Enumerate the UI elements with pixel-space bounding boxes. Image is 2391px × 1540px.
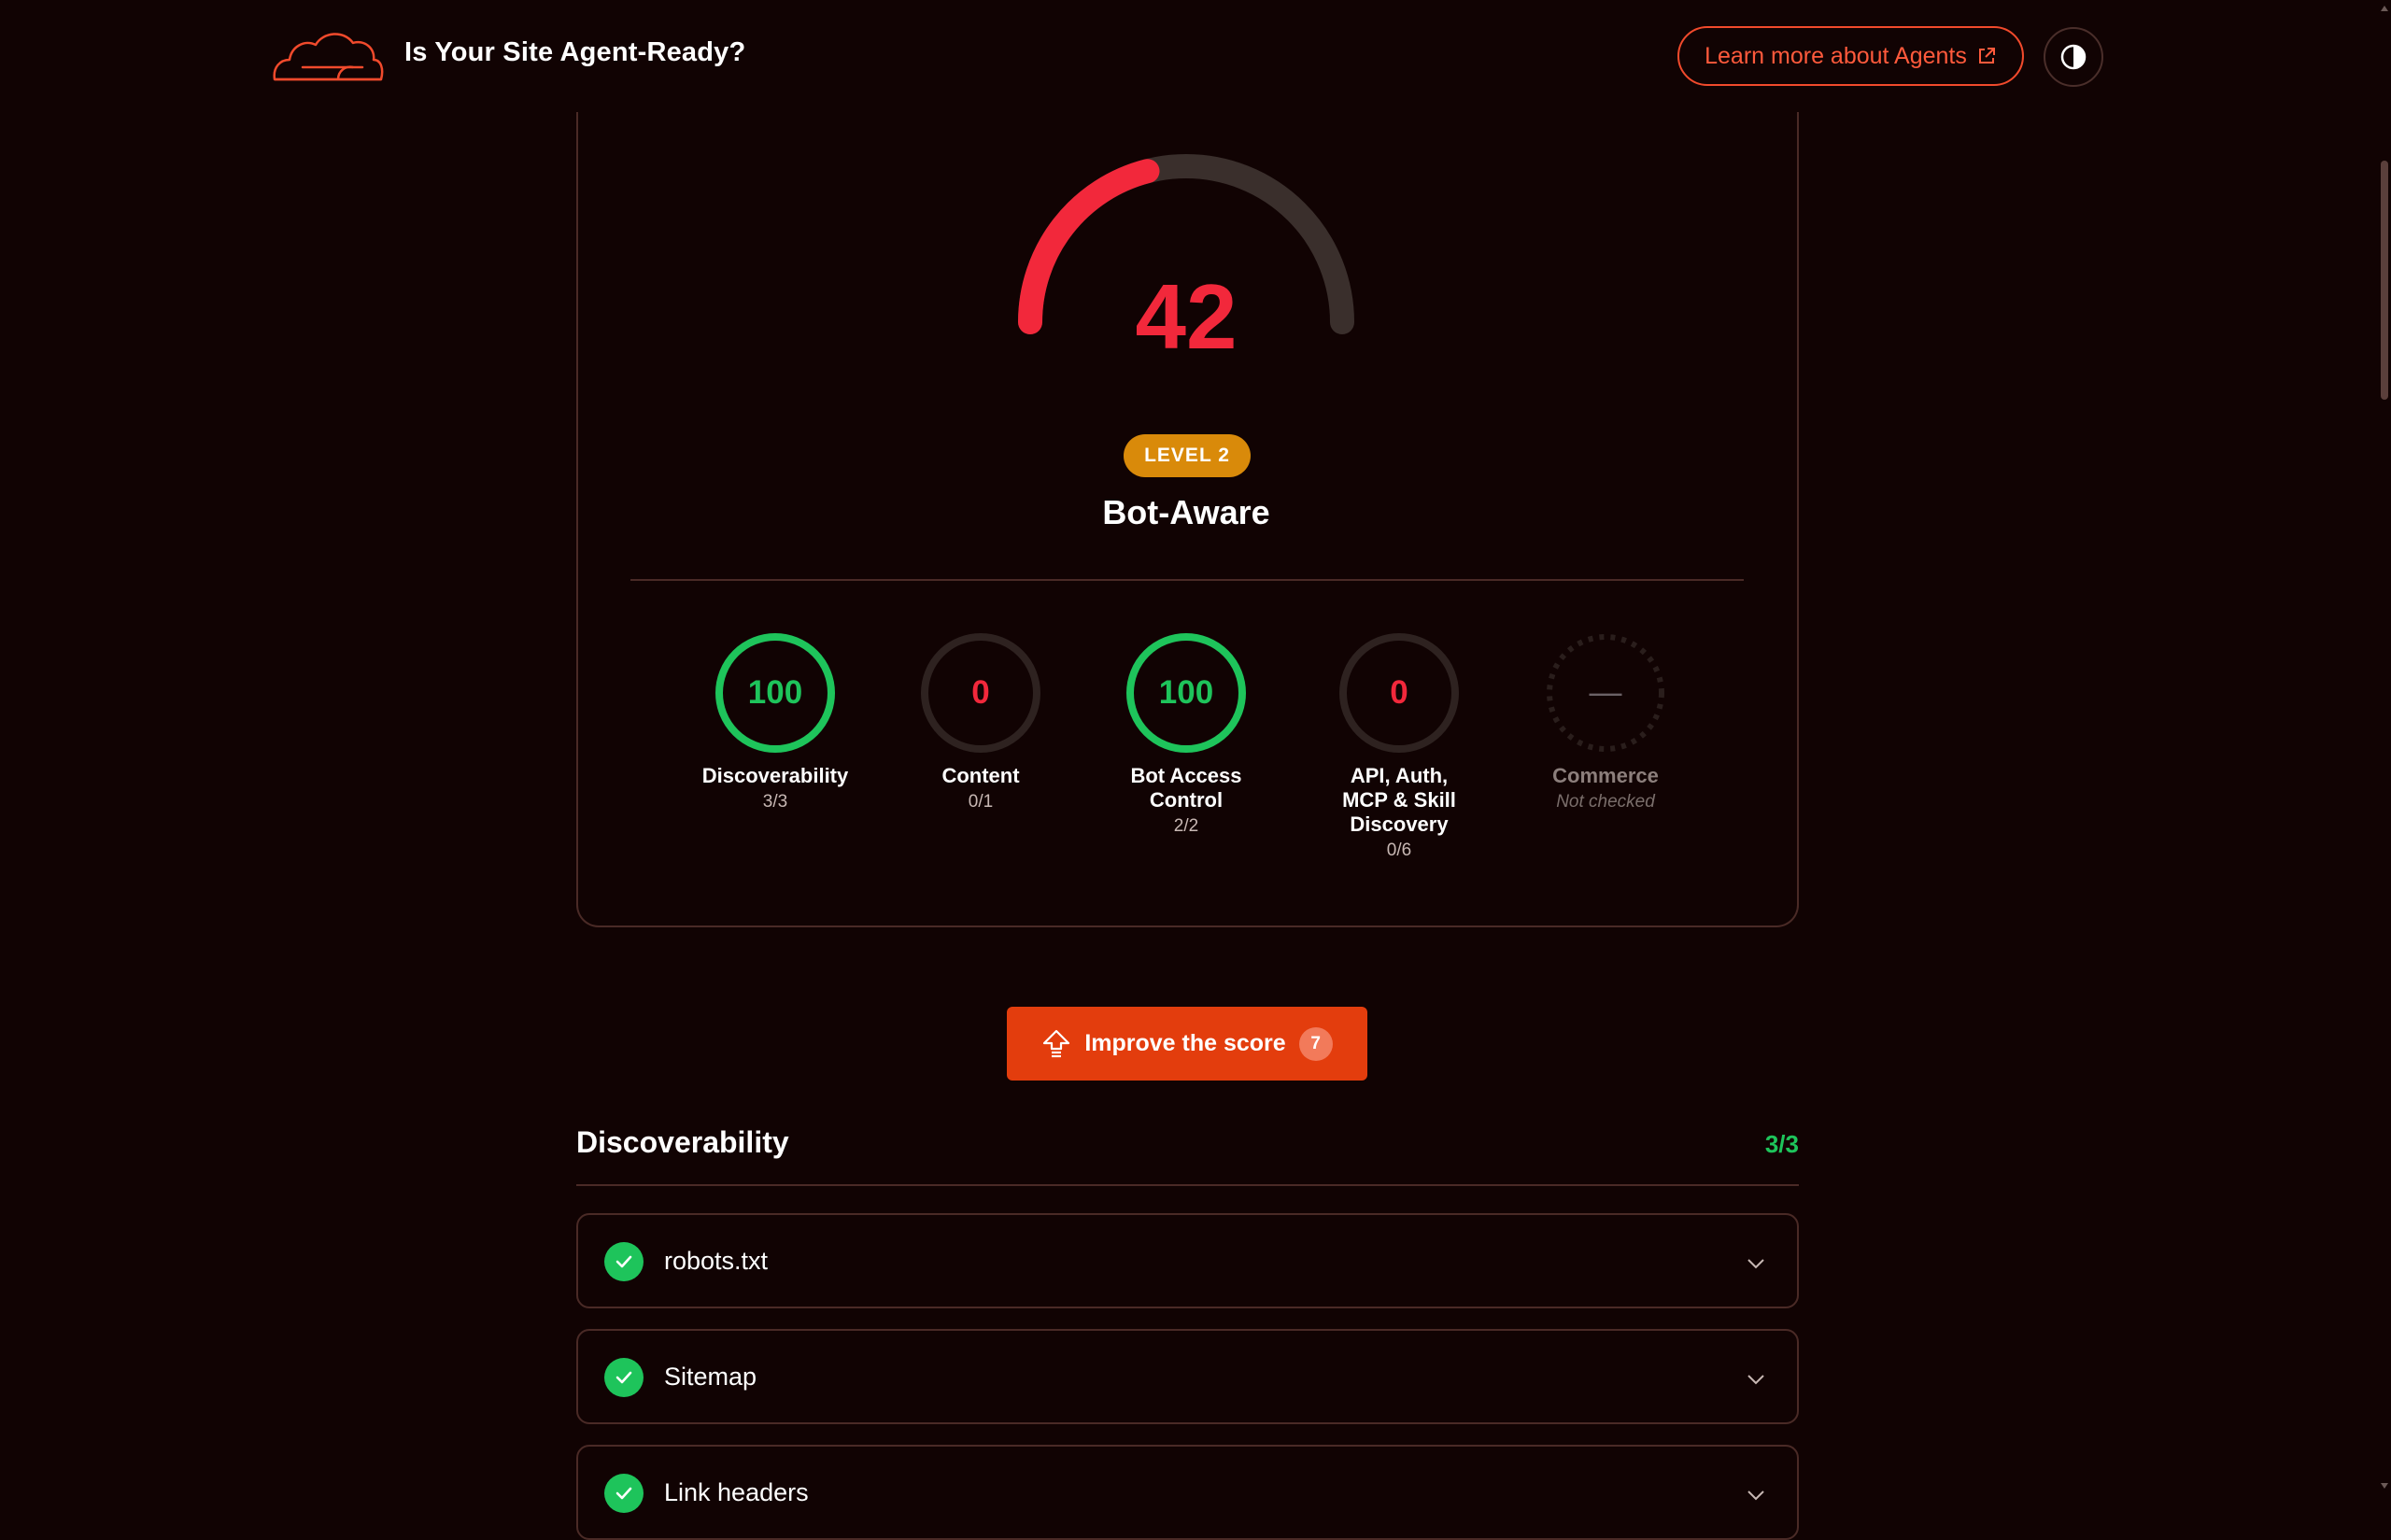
- upgrade-arrow-icon: [1043, 1029, 1070, 1057]
- level-name: Bot-Aware: [1102, 493, 1270, 531]
- category-api-auth-mcp[interactable]: 0 API, Auth, MCP & Skill Discovery 0/6: [1306, 631, 1493, 861]
- theme-toggle-button[interactable]: [2044, 27, 2103, 87]
- section-divider: [576, 1184, 1799, 1186]
- category-ring: 0: [1337, 631, 1461, 755]
- category-score: 0: [971, 674, 990, 711]
- section-title-discoverability: Discoverability: [576, 1125, 789, 1159]
- category-count: 2/2: [1173, 816, 1199, 836]
- chevron-down-icon[interactable]: [1745, 1252, 1767, 1275]
- category-count: 3/3: [762, 792, 788, 812]
- section-score: 3/3: [1764, 1130, 1799, 1158]
- level-badge: LEVEL 2: [1124, 434, 1251, 477]
- page-scrollbar[interactable]: [2378, 0, 2391, 1494]
- cloud-logo-icon[interactable]: [271, 28, 385, 84]
- category-score: 0: [1390, 674, 1408, 711]
- category-label: Content: [941, 764, 1020, 787]
- learn-more-button[interactable]: Learn more about Agents: [1677, 26, 2024, 86]
- learn-more-label: Learn more about Agents: [1705, 42, 1967, 69]
- category-label: Discoverability: [701, 764, 849, 787]
- category-count: 0/6: [1386, 841, 1412, 860]
- card-divider: [630, 579, 1744, 581]
- check-item-label: Sitemap: [664, 1363, 757, 1391]
- scroll-up-icon[interactable]: [2381, 6, 2388, 11]
- category-ring: —: [1544, 631, 1667, 755]
- category-label: Commerce: [1552, 764, 1659, 787]
- category-score: 100: [1158, 674, 1214, 711]
- improve-score-button[interactable]: Improve the score 7: [1007, 1007, 1367, 1081]
- category-discoverability[interactable]: 100 Discoverability 3/3: [682, 631, 869, 812]
- category-count: Not checked: [1556, 792, 1655, 812]
- external-link-icon: [1978, 48, 1995, 64]
- scroll-thumb[interactable]: [2381, 161, 2388, 400]
- category-label: Bot Access Control: [1130, 764, 1242, 812]
- improve-count-badge: 7: [1298, 1026, 1333, 1061]
- improve-score-label: Improve the score: [1084, 1030, 1286, 1056]
- category-score: 100: [747, 674, 803, 711]
- check-item-link-headers[interactable]: Link headers: [576, 1445, 1799, 1540]
- chevron-down-icon[interactable]: [1745, 1484, 1767, 1506]
- category-commerce[interactable]: — Commerce Not checked: [1512, 631, 1699, 812]
- score-value: 42: [1135, 265, 1238, 368]
- check-item-label: Link headers: [664, 1478, 809, 1506]
- category-content[interactable]: 0 Content 0/1: [887, 631, 1074, 812]
- page-title: Is Your Site Agent-Ready?: [404, 37, 746, 67]
- check-item-robots-txt[interactable]: robots.txt: [576, 1213, 1799, 1308]
- check-item-label: robots.txt: [664, 1247, 769, 1275]
- check-item-sitemap[interactable]: Sitemap: [576, 1329, 1799, 1424]
- category-label: API, Auth, MCP & Skill Discovery: [1342, 764, 1456, 836]
- category-bot-access-control[interactable]: 100 Bot Access Control 2/2: [1093, 631, 1280, 837]
- category-ring: 100: [1125, 631, 1248, 755]
- category-ring: 100: [714, 631, 837, 755]
- category-score: —: [1589, 674, 1622, 711]
- check-icon: [604, 1242, 644, 1281]
- category-ring: 0: [919, 631, 1042, 755]
- top-header: Is Your Site Agent-Ready? Learn more abo…: [0, 0, 2378, 112]
- check-icon: [604, 1474, 644, 1513]
- category-count: 0/1: [968, 792, 994, 812]
- check-icon: [604, 1358, 644, 1397]
- chevron-down-icon[interactable]: [1745, 1368, 1767, 1391]
- contrast-icon: [2060, 44, 2087, 70]
- scroll-down-icon[interactable]: [2381, 1483, 2388, 1489]
